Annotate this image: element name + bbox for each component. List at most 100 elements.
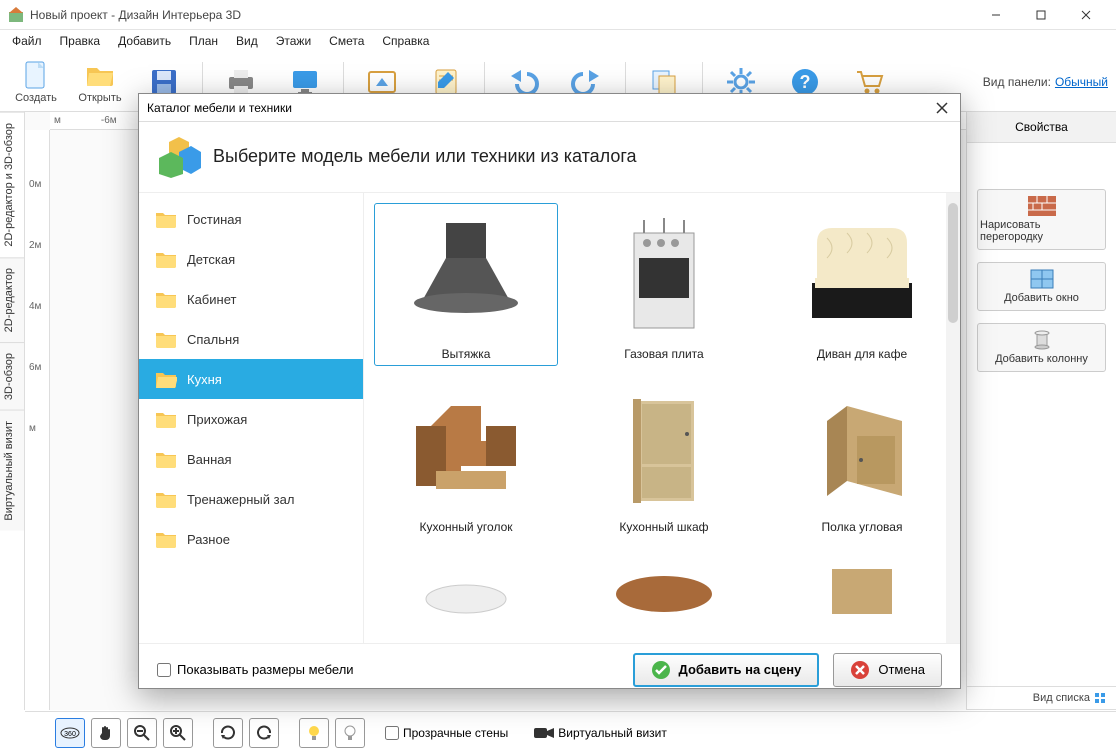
vtab-virtual[interactable]: Виртуальный визит [0,410,24,531]
item-thumbnail [391,208,541,343]
panel-tab-properties[interactable]: Свойства [967,112,1116,143]
catalog-item[interactable] [374,549,558,619]
virtual-visit-button[interactable]: Виртуальный визит [534,726,667,740]
cancel-icon [850,660,870,680]
tool-create[interactable]: Создать [8,59,64,104]
catalog-item[interactable]: Кухонный шкаф [572,376,756,539]
ruler-tick: 4м [25,300,49,313]
transparent-walls-input[interactable] [385,726,399,740]
item-thumbnail [589,554,739,614]
add-window-button[interactable]: Добавить окно [977,262,1106,311]
category-гостиная[interactable]: Гостиная [139,199,363,239]
menu-floors[interactable]: Этажи [268,32,319,50]
catalog-item[interactable]: Кухонный уголок [374,376,558,539]
tool-open-label: Открыть [78,92,121,104]
category-label: Ванная [187,452,232,467]
vtab-3d[interactable]: 3D-обзор [0,342,24,410]
camera-icon [534,726,554,740]
tool-create-label: Создать [15,92,57,104]
scrollbar-thumb[interactable] [948,203,958,323]
catalog-item[interactable]: Вытяжка [374,203,558,366]
menu-estimate[interactable]: Смета [321,32,372,50]
item-label: Кухонный уголок [419,520,512,534]
show-sizes-checkbox[interactable]: Показывать размеры мебели [157,662,354,677]
item-label: Диван для кафе [817,347,907,361]
scrollbar-track[interactable] [946,193,960,643]
transparent-walls-checkbox[interactable]: Прозрачные стены [385,726,508,740]
cancel-button-label: Отмена [878,662,925,677]
rotate-360-icon: 360 [59,724,81,742]
category-кухня[interactable]: Кухня [139,359,363,399]
cancel-button[interactable]: Отмена [833,653,942,687]
dialog-close-button[interactable] [932,98,952,118]
draw-partition-button[interactable]: Нарисовать перегородку [977,189,1106,250]
list-view-label: Вид списка [1033,692,1090,704]
menu-plan[interactable]: План [181,32,226,50]
ruler-tick: 0м [25,178,49,191]
hand-icon [97,724,115,742]
category-label: Разное [187,532,230,547]
pan-button[interactable] [91,718,121,748]
vtab-2d3d[interactable]: 2D-редактор и 3D-обзор [0,112,24,257]
show-sizes-label: Показывать размеры мебели [177,662,354,677]
item-label: Кухонный шкаф [619,520,708,534]
item-thumbnail [391,554,541,614]
menu-file[interactable]: Файл [4,32,50,50]
item-grid: ВытяжкаГазовая плита Диван для кафе Кухонн… [364,193,960,629]
category-list: Гостиная Детская КабинетСпальняКухня Прихож… [139,193,364,643]
rotate-cw-icon [219,724,237,742]
menu-view[interactable]: Вид [228,32,266,50]
item-label: Полка угловая [822,520,903,534]
category-ванная[interactable]: Ванная [139,439,363,479]
category-прихожая[interactable]: Прихожая [139,399,363,439]
dialog-header-text: Выберите модель мебели или техники из ка… [213,146,637,167]
menu-help[interactable]: Справка [374,32,437,50]
ruler-vertical: 0м 2м 4м 6м м [25,130,50,710]
add-column-button[interactable]: Добавить колонну [977,323,1106,372]
panel-mode-label: Вид панели: [983,75,1051,89]
item-thumbnail [391,381,541,516]
catalog-item[interactable]: Диван для кафе [770,203,954,366]
virtual-visit-label: Виртуальный визит [558,726,667,740]
minimize-button[interactable] [973,0,1018,30]
vtab-2d[interactable]: 2D-редактор [0,257,24,342]
folder-open-icon [84,59,116,91]
tool-open[interactable]: Открыть [72,59,128,104]
close-button[interactable] [1063,0,1108,30]
category-кабинет[interactable]: Кабинет [139,279,363,319]
add-to-scene-button[interactable]: Добавить на сцену [633,653,820,687]
light-off-button[interactable] [335,718,365,748]
zoom-out-button[interactable] [127,718,157,748]
menu-edit[interactable]: Правка [52,32,109,50]
show-sizes-input[interactable] [157,663,171,677]
window-title: Новый проект - Дизайн Интерьера 3D [30,8,973,22]
catalog-item[interactable] [572,549,756,619]
rotate-ccw-button[interactable] [249,718,279,748]
catalog-item[interactable]: Газовая плита [572,203,756,366]
maximize-button[interactable] [1018,0,1063,30]
category-спальня[interactable]: Спальня [139,319,363,359]
panel-mode-link[interactable]: Обычный [1055,75,1108,89]
menu-add[interactable]: Добавить [110,32,179,50]
zoom-in-button[interactable] [163,718,193,748]
view-360-button[interactable]: 360 [55,718,85,748]
add-window-label: Добавить окно [1004,292,1079,304]
dialog-title: Каталог мебели и техники [147,101,292,115]
category-детская[interactable]: Детская [139,239,363,279]
brick-icon [1028,196,1056,216]
ruler-tick: м [54,115,61,126]
ok-icon [651,660,671,680]
column-icon [1028,330,1056,350]
light-on-button[interactable] [299,718,329,748]
catalog-item[interactable] [770,549,954,619]
list-view-header[interactable]: Вид списка [967,686,1116,710]
rotate-cw-button[interactable] [213,718,243,748]
category-label: Прихожая [187,412,247,427]
category-тренажерный зал[interactable]: Тренажерный зал [139,479,363,519]
category-разное[interactable]: Разное [139,519,363,559]
catalog-item[interactable]: Полка угловая [770,376,954,539]
menu-bar: Файл Правка Добавить План Вид Этажи Смет… [0,30,1116,52]
category-label: Детская [187,252,235,267]
list-view-icon [1094,691,1108,705]
furniture-catalog-dialog: Каталог мебели и техники Выберите модель… [138,93,961,689]
